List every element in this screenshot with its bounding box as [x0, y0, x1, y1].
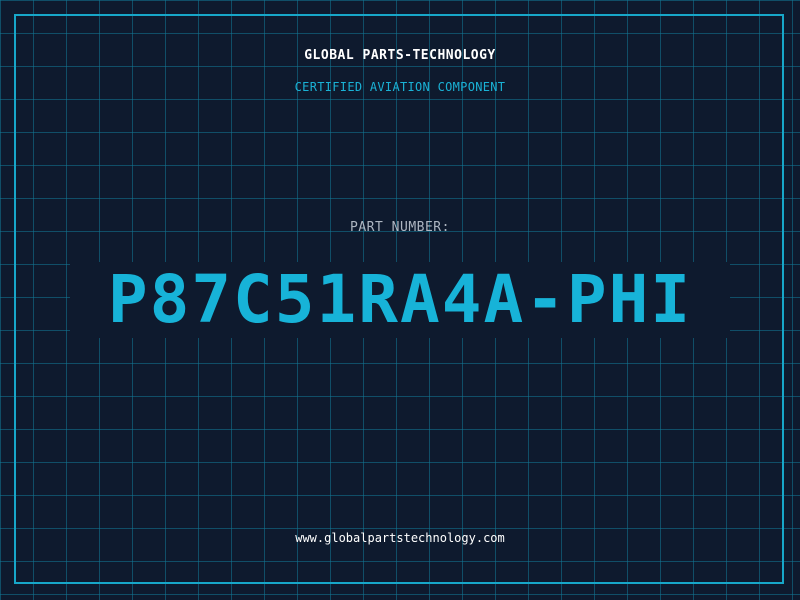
part-card: GLOBAL PARTS-TECHNOLOGY CERTIFIED AVIATI…: [0, 0, 800, 600]
company-name: GLOBAL PARTS-TECHNOLOGY: [304, 48, 496, 63]
part-number-value: P87C51RA4A-PHI: [107, 261, 693, 338]
certification-subtitle: CERTIFIED AVIATION COMPONENT: [294, 80, 506, 94]
part-number-label: PART NUMBER:: [350, 220, 450, 235]
website-url: www.globalpartstechnology.com: [295, 531, 505, 545]
